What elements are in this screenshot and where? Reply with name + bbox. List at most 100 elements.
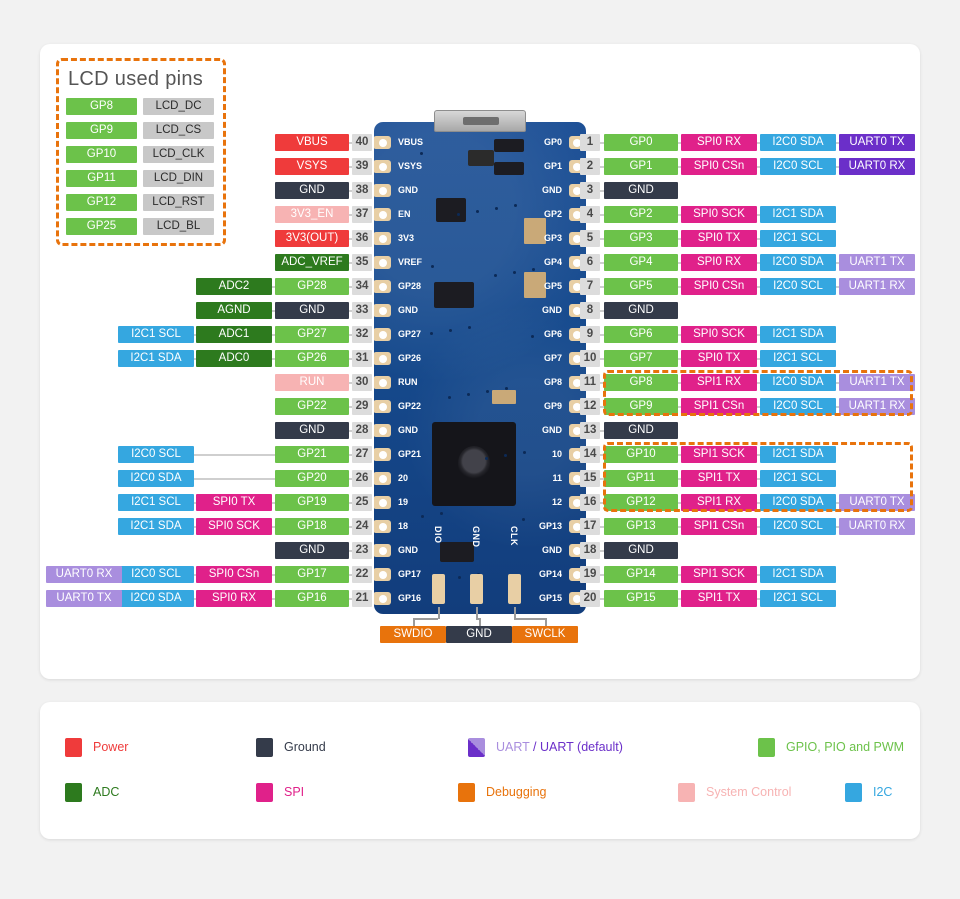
castellated-pad	[374, 232, 391, 245]
board-pin-label: GP8	[543, 377, 562, 387]
board-pin-label: EN	[398, 209, 411, 219]
swd-pad	[432, 574, 445, 604]
board-pin-label: VBUS	[398, 137, 424, 147]
pad-hole	[379, 282, 387, 291]
pin-label-main: GND	[604, 422, 678, 439]
legend-swatch	[468, 738, 485, 757]
connector-line	[757, 526, 760, 528]
pin-function-badge: AGND	[196, 302, 272, 319]
board-pin-label: GND	[542, 185, 562, 195]
pin-label-main: GP1	[604, 158, 678, 175]
connector-line	[678, 526, 681, 528]
connector-line	[194, 574, 196, 576]
pin-label-main: GP27	[275, 326, 349, 343]
legend-swatch	[256, 783, 273, 802]
connector-line	[678, 286, 681, 288]
pin-number: 35	[352, 254, 372, 271]
connector-line	[272, 598, 275, 600]
pin-function-badge: SPI0 SCK	[681, 326, 757, 343]
connector-line	[757, 238, 760, 240]
pin-number: 11	[580, 374, 600, 391]
connector-line	[757, 574, 760, 576]
connector-line	[678, 598, 681, 600]
pcb-via	[449, 329, 452, 332]
board-pin-label: GP2	[543, 209, 562, 219]
connector-line	[272, 574, 275, 576]
board-pin-label: GP5	[543, 281, 562, 291]
pin-number: 20	[580, 590, 600, 607]
pin-function-badge: UART1 RX	[839, 278, 915, 295]
diode-1	[494, 139, 524, 152]
board-pin-label: GND	[398, 185, 418, 195]
swd-connector-line	[413, 618, 415, 626]
small-chip	[440, 542, 474, 562]
lcd-pin-gp: GP9	[66, 122, 137, 139]
pcb-via	[531, 335, 534, 338]
board-pin-label: RUN	[398, 377, 418, 387]
pin-label-main: RUN	[275, 374, 349, 391]
pin-function-badge: I2C1 SCL	[118, 494, 194, 511]
castellated-pad	[374, 352, 391, 365]
pin-function-badge: SPI1 SCK	[681, 566, 757, 583]
swd-connector-line	[514, 618, 545, 620]
pin-label-main: VSYS	[275, 158, 349, 175]
board-pin-label: GP21	[398, 449, 422, 459]
diode-2	[494, 162, 524, 175]
pad-hole	[379, 450, 387, 459]
legend-label: I2C	[873, 785, 893, 799]
pin-label-main: GND	[275, 422, 349, 439]
pin-function-badge: I2C0 SCL	[760, 278, 836, 295]
crystal	[492, 390, 516, 404]
connector-line	[194, 358, 196, 360]
pin-label-main: GP26	[275, 350, 349, 367]
pcb-via	[522, 518, 525, 521]
pin-number: 27	[352, 446, 372, 463]
board-pin-label: GP26	[398, 353, 422, 363]
pin-function-badge: I2C0 SDA	[118, 470, 194, 487]
regulator-chip	[436, 198, 466, 222]
pad-hole	[379, 498, 387, 507]
pin-label-main: 3V3_EN	[275, 206, 349, 223]
bootsel-button[interactable]	[468, 150, 494, 166]
connector-line	[678, 142, 681, 144]
pin-function-badge: SPI0 SCK	[681, 206, 757, 223]
pin-label-main: GP16	[275, 590, 349, 607]
pin-label-main: GP4	[604, 254, 678, 271]
pin-function-badge: I2C0 SCL	[118, 446, 194, 463]
pad-hole	[379, 258, 387, 267]
pin-number: 18	[580, 542, 600, 559]
connector-line	[757, 334, 760, 336]
board-pin-label: GP16	[398, 593, 422, 603]
board-pin-label: 11	[552, 473, 562, 483]
connector-line	[757, 142, 760, 144]
legend-label: ADC	[93, 785, 120, 799]
connector-line	[272, 526, 275, 528]
pin-function-badge: I2C0 SCL	[760, 158, 836, 175]
castellated-pad	[374, 424, 391, 437]
lcd-pin-function: LCD_BL	[143, 218, 214, 235]
connector-line	[272, 286, 275, 288]
swd-pad-label: CLK	[509, 526, 519, 546]
highlight-gp8-gp9	[603, 370, 913, 416]
connector-line	[196, 478, 275, 480]
lcd-used-pins-title: LCD used pins	[68, 68, 204, 90]
connector-line	[272, 334, 275, 336]
pad-hole	[379, 234, 387, 243]
castellated-pad	[374, 544, 391, 557]
pin-number: 24	[352, 518, 372, 535]
pin-number: 1	[580, 134, 600, 151]
pin-number: 26	[352, 470, 372, 487]
connector-line	[678, 358, 681, 360]
pin-label-main: GP19	[275, 494, 349, 511]
board-pin-label: GP28	[398, 281, 422, 291]
board-pin-label: GND	[398, 545, 418, 555]
connector-line	[272, 502, 275, 504]
pin-label-main: GND	[604, 182, 678, 199]
legend-swatch	[845, 783, 862, 802]
connector-line	[678, 238, 681, 240]
board-pin-label: 10	[551, 449, 562, 459]
pin-function-badge: I2C1 SDA	[760, 326, 836, 343]
pin-number: 2	[580, 158, 600, 175]
pin-number: 3	[580, 182, 600, 199]
pcb-via	[421, 515, 424, 518]
